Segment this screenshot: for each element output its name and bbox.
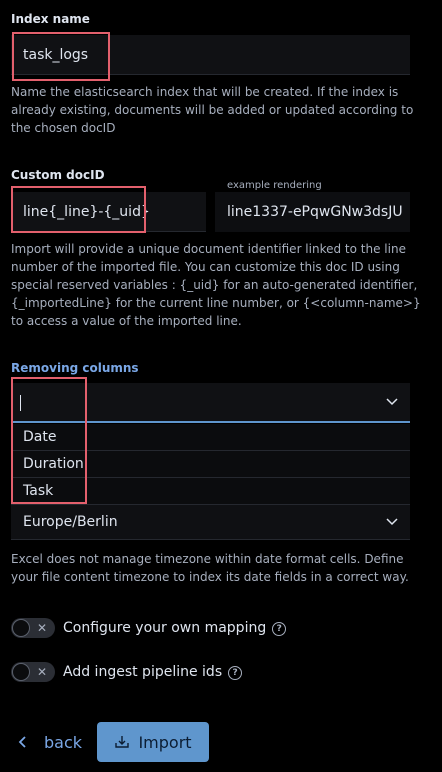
help-icon[interactable]: ? <box>272 622 287 636</box>
back-label: back <box>44 732 83 752</box>
mapping-switch-row: Configure your own mapping? <box>63 620 287 636</box>
removing-columns-label: Removing columns <box>11 361 139 375</box>
back-button[interactable]: back <box>18 728 82 756</box>
custom-docid-value: line{_line}-{_uid} <box>23 203 150 220</box>
pipeline-switch[interactable]: ✕ <box>11 662 55 682</box>
pipeline-switch-row: Add ingest pipeline ids? <box>63 664 243 680</box>
import-icon <box>115 736 130 748</box>
chevron-left-icon <box>18 736 26 748</box>
timezone-value: Europe/Berlin <box>23 514 118 530</box>
import-label: Import <box>138 732 192 752</box>
custom-docid-label: Custom docID <box>11 168 105 182</box>
mapping-switch-label: Configure your own mapping <box>63 620 267 636</box>
switch-off-icon: ✕ <box>37 621 48 635</box>
mapping-switch[interactable]: ✕ <box>11 618 55 638</box>
index-name-label: Index name <box>11 12 90 26</box>
example-rendering-label: example rendering <box>227 180 322 191</box>
column-option[interactable]: Duration <box>11 451 410 478</box>
pipeline-switch-label: Add ingest pipeline ids <box>63 664 223 680</box>
custom-docid-input[interactable]: line{_line}-{_uid} <box>11 192 206 232</box>
switch-knob <box>12 619 30 637</box>
column-option[interactable]: Task <box>11 478 410 505</box>
index-name-help: Name the elasticsearch index that will b… <box>11 85 414 135</box>
chevron-down-icon[interactable] <box>386 398 398 406</box>
switch-off-icon: ✕ <box>37 665 48 679</box>
index-name-value: task_logs <box>23 46 89 63</box>
example-rendering-field: line1337-ePqwGNw3dsJU <box>215 192 410 232</box>
timezone-select[interactable]: Europe/Berlin <box>11 505 410 540</box>
column-option[interactable]: Date <box>11 424 410 451</box>
text-cursor <box>20 395 21 411</box>
switch-knob <box>12 663 30 681</box>
chevron-down-icon[interactable] <box>386 518 398 526</box>
example-rendering-value: line1337-ePqwGNw3dsJU <box>227 204 403 220</box>
timezone-help: Excel does not manage timezone within da… <box>11 552 409 584</box>
custom-docid-help: Import will provide a unique document id… <box>11 242 421 328</box>
import-button[interactable]: Import <box>97 722 209 762</box>
help-icon[interactable]: ? <box>228 666 243 680</box>
index-name-input[interactable]: task_logs <box>11 35 410 75</box>
removing-columns-combobox[interactable] <box>11 383 410 423</box>
